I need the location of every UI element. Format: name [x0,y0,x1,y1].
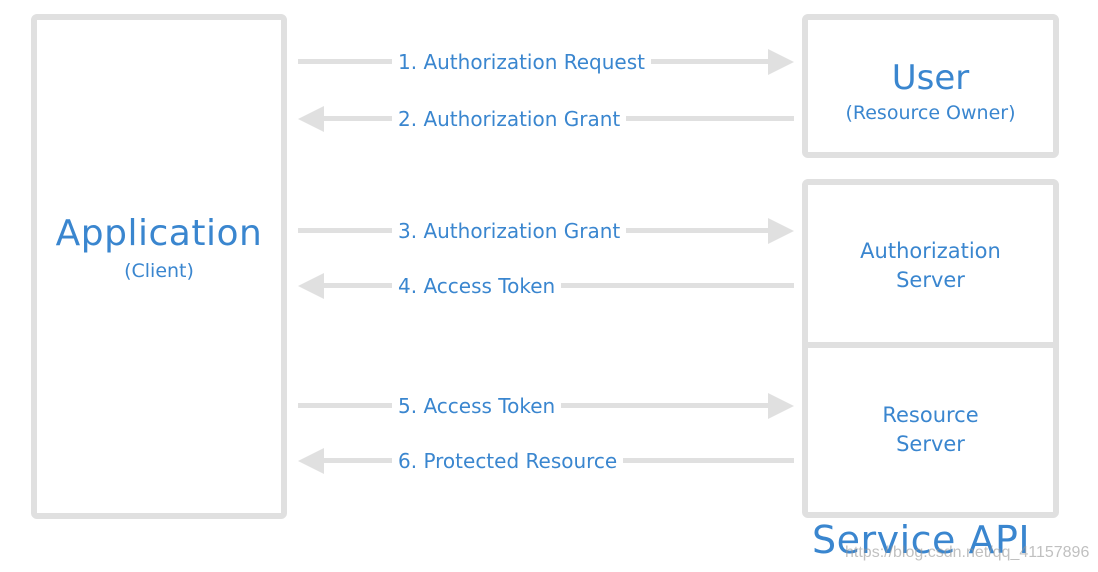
authorization-server-line2: Server [896,268,965,292]
flow-step-6: 6. Protected Resource [298,446,794,476]
application-client-box: Application (Client) [31,14,287,519]
user-title: User [891,58,970,98]
flow-label: 2. Authorization Grant [392,104,627,134]
flow-step-1: 1. Authorization Request [298,47,794,77]
flow-label: 4. Access Token [392,271,562,301]
service-divider [808,342,1053,348]
watermark: https://blog.csdn.net/qq_41157896 [845,544,1090,561]
arrow-right-icon [768,49,794,75]
flow-step-4: 4. Access Token [298,271,794,301]
arrow-right-icon [768,218,794,244]
flow-step-2: 2. Authorization Grant [298,104,794,134]
application-title: Application [55,213,263,254]
flow-step-3: 3. Authorization Grant [298,216,794,246]
user-subtitle: (Resource Owner) [845,102,1016,124]
arrow-left-icon [298,448,324,474]
service-api-box: Authorization Server Resource Server [802,179,1059,518]
resource-server-line2: Server [896,432,965,456]
user-resource-owner-box: User (Resource Owner) [802,14,1059,158]
authorization-server-line1: Authorization [860,239,1001,263]
resource-server-label: Resource Server [808,401,1053,459]
authorization-server-label: Authorization Server [808,237,1053,295]
resource-server-line1: Resource [882,403,979,427]
arrow-right-icon [768,393,794,419]
flow-label: 3. Authorization Grant [392,216,627,246]
flow-step-5: 5. Access Token [298,391,794,421]
flow-label: 1. Authorization Request [392,47,651,77]
application-subtitle: (Client) [124,260,194,282]
flow-label: 6. Protected Resource [392,446,624,476]
arrow-left-icon [298,273,324,299]
flow-label: 5. Access Token [392,391,562,421]
arrow-left-icon [298,106,324,132]
